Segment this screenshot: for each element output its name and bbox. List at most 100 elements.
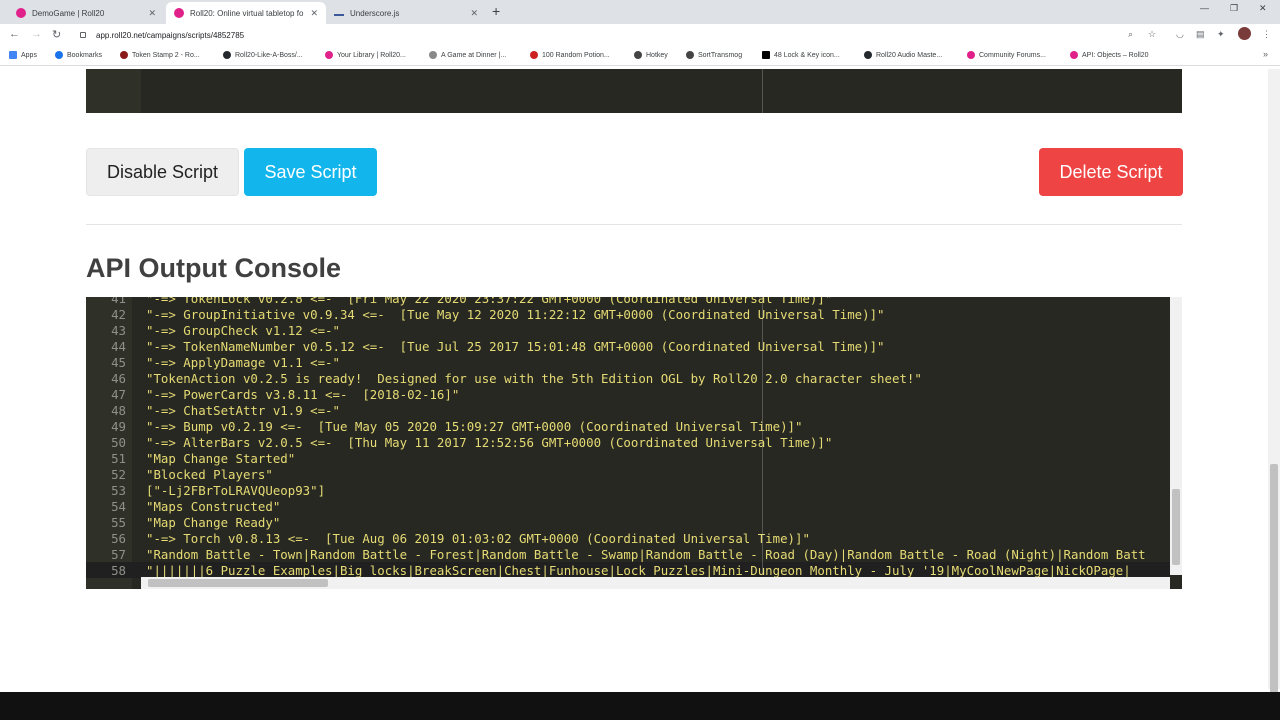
line-text: "Maps Constructed" [146, 499, 281, 514]
bookmark-item[interactable]: Roll20-Like-A-Boss/... [223, 51, 303, 59]
console-line: 45 "-=> ApplyDamage v1.1 <=-" [86, 355, 1170, 371]
console-line: 49 "-=> Bump v0.2.19 <=- [Tue May 05 2020… [86, 419, 1170, 435]
minimize-icon[interactable]: — [1200, 3, 1209, 13]
line-number: 49 [111, 419, 126, 434]
bookmark-item[interactable]: 48 Lock & Key icon... [762, 51, 840, 59]
line-text: "-=> Torch v0.8.13 <=- [Tue Aug 06 2019 … [146, 531, 810, 546]
console-line: 47 "-=> PowerCards v3.8.11 <=- [2018-02-1… [86, 387, 1170, 403]
line-text: "-=> TokenLock v0.2.8 <=- [Fri May 22 20… [146, 297, 833, 306]
line-text: "-=> PowerCards v3.8.11 <=- [2018-02-16]… [146, 387, 460, 402]
bookmark-item[interactable]: Bookmarks [55, 51, 102, 59]
line-text: "-=> ApplyDamage v1.1 <=-" [146, 355, 340, 370]
lock-icon [80, 32, 86, 38]
tab-label: DemoGame | Roll20 [32, 8, 105, 18]
line-number: 44 [111, 339, 126, 354]
github-icon [223, 51, 231, 59]
line-number: 52 [111, 467, 126, 482]
close-tab-icon[interactable]: ✕ [470, 8, 478, 19]
api-output-console[interactable]: 41 "-=> TokenLock v0.2.8 <=- [Fri May 22 … [86, 297, 1182, 589]
disable-script-button[interactable]: Disable Script [86, 148, 239, 196]
script-editor[interactable] [86, 69, 1182, 113]
url-text: app.roll20.net/campaigns/scripts/4852785 [96, 30, 245, 40]
token-stamp-icon [120, 51, 128, 59]
menu-icon[interactable]: ⋮ [1262, 29, 1271, 40]
console-lines: 41 "-=> TokenLock v0.2.8 <=- [Fri May 22 … [86, 297, 1170, 579]
tab-label: Underscore.js [350, 8, 400, 18]
line-text: ["-Lj2FBrToLRAVQUeop93"] [146, 483, 326, 498]
roll20-icon [325, 51, 333, 59]
globe-icon [634, 51, 642, 59]
apps-grid-icon [9, 51, 17, 59]
bookmark-apps[interactable]: Apps [9, 51, 37, 59]
bookmark-item[interactable]: Community Forums... [967, 51, 1046, 59]
console-vertical-scroll-thumb[interactable] [1172, 489, 1180, 565]
line-number: 58 [111, 563, 126, 578]
underscore-favicon-icon [334, 10, 344, 16]
zoom-icon[interactable]: ⌕ [1128, 29, 1133, 40]
line-number: 42 [111, 307, 126, 322]
line-text: "-=> ChatSetAttr v1.9 <=-" [146, 403, 340, 418]
console-line: 51 "Map Change Started" [86, 451, 1170, 467]
bookmark-item[interactable]: SortTransmog [686, 51, 742, 59]
delete-script-button[interactable]: Delete Script [1039, 148, 1183, 196]
console-line: 53 ["-Lj2FBrToLRAVQUeop93"] [86, 483, 1170, 499]
bookmark-item[interactable]: A Game at Dinner |... [429, 51, 506, 59]
new-tab-button[interactable]: + [492, 3, 500, 19]
bookmarks-bar: Apps Bookmarks Token Stamp 2 - Ro... Rol… [0, 46, 1280, 66]
os-taskbar [0, 692, 1280, 720]
browser-tab-underscore[interactable]: Underscore.js ✕ [326, 2, 486, 24]
profile-avatar-icon[interactable] [1238, 27, 1251, 40]
line-text: "-=> Bump v0.2.19 <=- [Tue May 05 2020 1… [146, 419, 803, 434]
square-icon [762, 51, 770, 59]
star-icon[interactable]: ☆ [1148, 29, 1156, 40]
forward-icon[interactable]: → [31, 28, 42, 40]
line-number: 54 [111, 499, 126, 514]
console-line: 57 "Random Battle - Town|Random Battle - … [86, 547, 1170, 563]
close-tab-icon[interactable]: ✕ [148, 8, 156, 19]
line-number: 48 [111, 403, 126, 418]
reader-icon[interactable]: ▤ [1196, 29, 1205, 40]
close-tab-icon[interactable]: ✕ [310, 8, 318, 19]
line-number: 50 [111, 435, 126, 450]
line-text: "-=> TokenNameNumber v0.5.12 <=- [Tue Ju… [146, 339, 885, 354]
roll20-favicon-icon [16, 8, 26, 18]
back-icon[interactable]: ← [9, 28, 20, 40]
console-line: 48 "-=> ChatSetAttr v1.9 <=-" [86, 403, 1170, 419]
bookmark-item[interactable]: API: Objects – Roll20 [1070, 51, 1149, 59]
more-bookmarks-icon[interactable]: » [1263, 49, 1268, 59]
reload-icon[interactable]: ↻ [52, 28, 61, 41]
page-scroll-thumb[interactable] [1270, 464, 1278, 696]
console-horizontal-scroll-thumb[interactable] [148, 579, 328, 587]
console-line: 56 "-=> Torch v0.8.13 <=- [Tue Aug 06 201… [86, 531, 1170, 547]
line-number: 53 [111, 483, 126, 498]
pocket-icon[interactable]: ◡ [1176, 29, 1184, 40]
page-vertical-scrollbar[interactable] [1268, 69, 1280, 696]
restore-icon[interactable]: ❐ [1230, 3, 1238, 14]
browser-tab-roll20-scripts[interactable]: Roll20: Online virtual tabletop fo ✕ [166, 2, 326, 24]
bookmark-item[interactable]: Roll20 Audio Maste... [864, 51, 942, 59]
line-text: "Random Battle - Town|Random Battle - Fo… [146, 547, 1146, 562]
line-number: 46 [111, 371, 126, 386]
star-icon [55, 51, 63, 59]
bookmark-item[interactable]: Your Library | Roll20... [325, 51, 406, 59]
extensions-icon[interactable]: ✦ [1217, 29, 1225, 40]
line-text: "TokenAction v0.2.5 is ready! Designed f… [146, 371, 922, 386]
console-line: 55 "Map Change Ready" [86, 515, 1170, 531]
save-script-button[interactable]: Save Script [244, 148, 377, 196]
line-number: 51 [111, 451, 126, 466]
browser-tab-strip: DemoGame | Roll20 ✕ Roll20: Online virtu… [0, 0, 1280, 24]
bookmark-item[interactable]: 100 Random Potion... [530, 51, 610, 59]
github-icon [864, 51, 872, 59]
console-title: API Output Console [86, 253, 341, 283]
line-number: 57 [111, 547, 126, 562]
line-number: 45 [111, 355, 126, 370]
tab-label: Roll20: Online virtual tabletop fo [190, 8, 304, 18]
bookmark-item[interactable]: Token Stamp 2 - Ro... [120, 51, 200, 59]
site-icon [530, 51, 538, 59]
editor-gutter [86, 69, 141, 113]
bookmark-item[interactable]: Hotkey [634, 51, 668, 59]
browser-tab-demogame[interactable]: DemoGame | Roll20 ✕ [8, 2, 164, 24]
section-divider [86, 224, 1182, 225]
address-bar[interactable]: app.roll20.net/campaigns/scripts/4852785 [74, 26, 1174, 44]
window-close-icon[interactable]: ✕ [1259, 3, 1267, 14]
